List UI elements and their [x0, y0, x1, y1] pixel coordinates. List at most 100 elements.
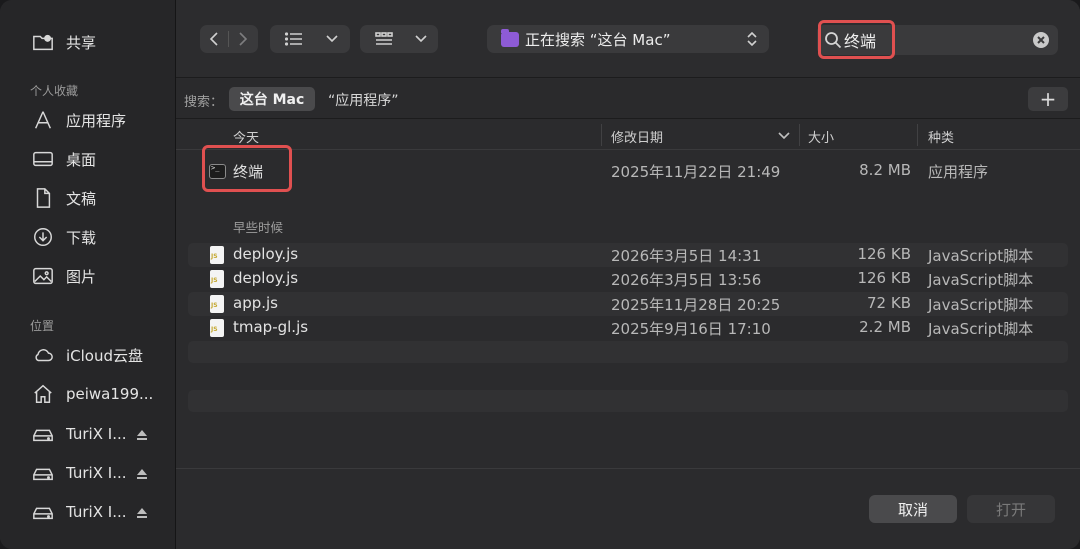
scope-this-mac-button[interactable]: 这台 Mac: [229, 87, 315, 111]
grid-icon: [360, 25, 408, 53]
sidebar-item-label: peiwa199...: [66, 385, 154, 403]
file-row[interactable]: tmap-gl.js 2025年9月16日 17:10 2.2 MB JavaS…: [188, 316, 1068, 340]
file-name: tmap-gl.js: [233, 318, 309, 336]
shared-folder-icon: [30, 30, 56, 54]
file-kind: JavaScript脚本: [928, 320, 1034, 338]
sidebar-item-documents[interactable]: 文稿: [30, 184, 96, 212]
location-popup[interactable]: 正在搜索 “这台 Mac”: [487, 25, 769, 53]
file-size: 126 KB: [857, 269, 911, 287]
file-row[interactable]: deploy.js 2026年3月5日 13:56 126 KB JavaScr…: [188, 267, 1068, 291]
file-size: 2.2 MB: [859, 318, 911, 336]
sidebar-item-drive-1[interactable]: TuriX I...: [30, 420, 127, 448]
sidebar-item-label: TuriX I...: [66, 503, 127, 521]
divider: [176, 468, 1080, 469]
terminal-highlight-box: [202, 145, 292, 192]
home-icon: [30, 382, 56, 406]
eject-icon[interactable]: [136, 468, 148, 480]
locations-heading: 位置: [30, 319, 55, 333]
scope-label: 搜索：: [184, 95, 224, 110]
empty-row: [188, 341, 1068, 363]
location-label: 正在搜索 “这台 Mac”: [525, 30, 671, 49]
file-kind: JavaScript脚本: [928, 296, 1034, 314]
file-row-terminal[interactable]: 终端 2025年11月22日 21:49 8.2 MB 应用程序: [188, 155, 1068, 189]
applications-icon: [30, 108, 56, 132]
sidebar-item-pictures[interactable]: 图片: [30, 262, 96, 290]
group-by-button[interactable]: [360, 25, 438, 53]
scope-applications-button[interactable]: “应用程序”: [328, 90, 399, 110]
file-open-dialog: 共享 个人收藏 应用程序 桌面 文稿 下载 图片 位置 iCloud云盘 pei…: [0, 0, 1080, 549]
file-date: 2025年11月22日 21:49: [611, 163, 781, 181]
main-pane: 正在搜索 “这台 Mac” 搜索： 这台 Mac “应用程序” + 今天: [176, 0, 1080, 549]
sidebar-item-label: TuriX I...: [66, 464, 127, 482]
sidebar-item-label: iCloud云盘: [66, 346, 144, 365]
column-separator: [601, 124, 602, 146]
drive-icon: [30, 500, 56, 524]
column-separator: [799, 124, 800, 146]
sidebar-item-home[interactable]: peiwa199...: [30, 380, 153, 408]
sidebar-item-icloud[interactable]: iCloud云盘: [30, 341, 143, 369]
close-icon: [1037, 36, 1045, 44]
pictures-icon: [30, 264, 56, 288]
column-separator: [917, 124, 918, 146]
sidebar-item-drive-3[interactable]: TuriX I...: [30, 498, 127, 526]
file-name: deploy.js: [233, 269, 299, 287]
js-file-icon: [210, 270, 224, 288]
cancel-button[interactable]: 取消: [869, 495, 957, 523]
drive-icon: [30, 422, 56, 446]
sidebar-item-label: TuriX I...: [66, 425, 127, 443]
column-headers: 今天 修改日期 大小 种类: [176, 120, 1080, 150]
sidebar-item-label: 图片: [66, 267, 97, 286]
toolbar: 正在搜索 “这台 Mac”: [176, 0, 1080, 78]
desktop-icon: [30, 147, 56, 171]
chevron-right-icon: [239, 32, 248, 46]
js-file-icon: [210, 246, 224, 264]
file-date: 2025年9月16日 17:10: [611, 320, 771, 338]
forward-button[interactable]: [229, 25, 257, 53]
sidebar-item-desktop[interactable]: 桌面: [30, 145, 96, 173]
file-name: deploy.js: [233, 245, 299, 263]
search-folder-icon: [501, 28, 519, 47]
open-button[interactable]: 打开: [967, 495, 1055, 523]
favorites-heading: 个人收藏: [30, 84, 79, 98]
download-icon: [30, 225, 56, 249]
list-view-icon: [270, 25, 318, 53]
updown-chevron-icon: [747, 31, 757, 50]
column-kind[interactable]: 种类: [928, 127, 954, 146]
sidebar-item-label: 桌面: [66, 150, 97, 169]
file-size: 126 KB: [857, 245, 911, 263]
empty-row: [188, 390, 1068, 412]
chevron-down-icon: [408, 25, 434, 53]
sidebar-item-label: 文稿: [66, 189, 97, 208]
view-mode-button[interactable]: [270, 25, 350, 53]
clear-search-button[interactable]: [1033, 32, 1049, 48]
file-row[interactable]: app.js 2025年11月28日 20:25 72 KB JavaScrip…: [188, 292, 1068, 316]
sidebar-item-applications[interactable]: 应用程序: [30, 106, 126, 134]
column-date-modified[interactable]: 修改日期: [611, 127, 663, 146]
search-scope-bar: 搜索： 这台 Mac “应用程序” +: [176, 79, 1080, 119]
document-icon: [30, 186, 56, 210]
file-name: app.js: [233, 294, 278, 312]
file-size: 72 KB: [867, 294, 911, 312]
file-kind: JavaScript脚本: [928, 271, 1034, 289]
file-date: 2026年3月5日 13:56: [611, 271, 762, 289]
sidebar: 共享 个人收藏 应用程序 桌面 文稿 下载 图片 位置 iCloud云盘 pei…: [0, 0, 176, 549]
sidebar-item-drive-2[interactable]: TuriX I...: [30, 459, 127, 487]
sidebar-item-share[interactable]: 共享: [30, 28, 96, 56]
column-size[interactable]: 大小: [808, 127, 834, 146]
file-date: 2026年3月5日 14:31: [611, 247, 762, 265]
chevron-left-icon: [209, 32, 218, 46]
eject-icon[interactable]: [136, 429, 148, 441]
cloud-icon: [30, 343, 56, 367]
sidebar-item-label: 应用程序: [66, 111, 127, 130]
js-file-icon: [210, 295, 224, 313]
back-button[interactable]: [200, 25, 228, 53]
file-kind: 应用程序: [928, 163, 989, 181]
file-date: 2025年11月28日 20:25: [611, 296, 781, 314]
column-name[interactable]: 今天: [233, 127, 259, 146]
drive-icon: [30, 461, 56, 485]
eject-icon[interactable]: [136, 507, 148, 519]
file-row[interactable]: deploy.js 2026年3月5日 14:31 126 KB JavaScr…: [188, 243, 1068, 267]
sidebar-item-downloads[interactable]: 下载: [30, 223, 96, 251]
add-criteria-button[interactable]: +: [1028, 87, 1068, 111]
search-highlight-box: [818, 20, 895, 59]
